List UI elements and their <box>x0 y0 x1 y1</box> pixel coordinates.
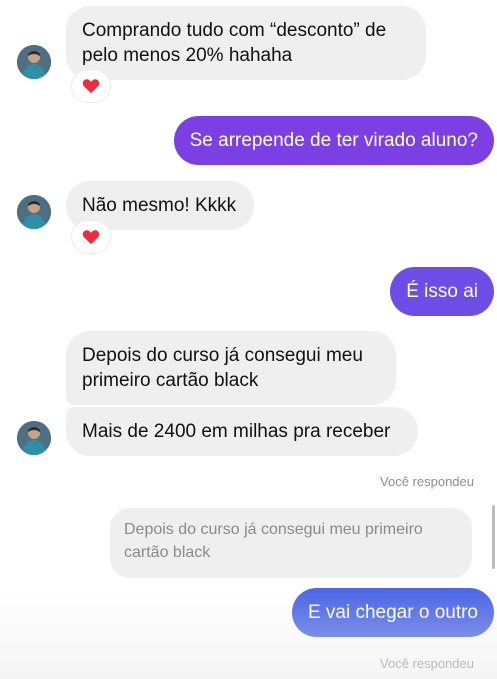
heart-icon <box>82 79 100 94</box>
contact-avatar-icon[interactable] <box>17 195 51 229</box>
outgoing-message[interactable]: E vai chegar o outro <box>291 588 494 637</box>
message-text: Se arrepende de ter virado aluno? <box>189 130 478 151</box>
contact-avatar-icon[interactable] <box>17 45 51 79</box>
message-text: Não mesmo! Kkkk <box>82 195 237 216</box>
heart-icon <box>82 230 100 245</box>
message-text: E vai chegar o outro <box>307 602 478 623</box>
message-text: Depois do curso já consegui meu primeiro… <box>82 345 363 391</box>
incoming-message[interactable]: Depois do curso já consegui meu primeiro… <box>66 331 396 405</box>
message-text: É isso ai <box>406 281 478 302</box>
contact-avatar-icon[interactable] <box>17 421 51 455</box>
reply-label: Você respondeu <box>380 474 474 489</box>
scrollbar[interactable] <box>492 505 495 569</box>
incoming-message[interactable]: Mais de 2400 em milhas pra receber <box>66 407 418 456</box>
heart-reaction[interactable] <box>72 70 110 102</box>
quoted-text: Depois do curso já consegui meu primeiro… <box>124 521 423 561</box>
outgoing-message[interactable]: Se arrepende de ter virado aluno? <box>173 116 494 165</box>
message-text: Mais de 2400 em milhas pra receber <box>82 421 391 442</box>
outgoing-message[interactable]: É isso ai <box>390 267 494 316</box>
heart-reaction[interactable] <box>72 221 110 253</box>
chat-thread: Comprando tudo com “desconto” de pelo me… <box>0 0 497 679</box>
message-text: Comprando tudo com “desconto” de pelo me… <box>82 20 387 66</box>
incoming-message[interactable]: Comprando tudo com “desconto” de pelo me… <box>66 6 426 80</box>
quoted-message[interactable]: Depois do curso já consegui meu primeiro… <box>110 508 472 578</box>
reply-label: Você respondeu <box>380 656 474 671</box>
